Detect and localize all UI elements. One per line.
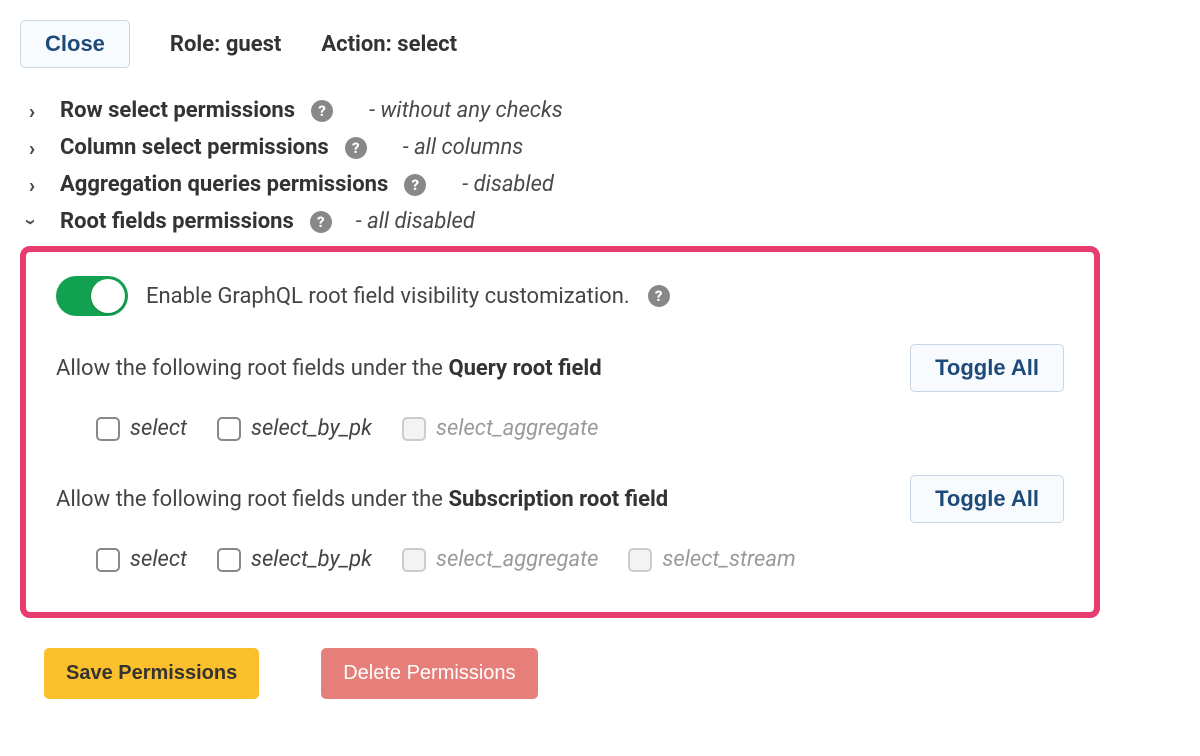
checkbox[interactable] <box>217 417 241 441</box>
help-icon[interactable]: ? <box>648 285 670 307</box>
help-icon[interactable]: ? <box>345 137 367 159</box>
chevron-right-icon[interactable]: › <box>20 99 44 123</box>
subscription-select-stream-item: select_stream <box>628 547 795 572</box>
checkbox[interactable] <box>96 417 120 441</box>
subscription-checklist: select select_by_pk select_aggregate sel… <box>56 547 1064 572</box>
query-toggle-all-button[interactable]: Toggle All <box>910 344 1064 392</box>
footer-actions: Save Permissions Delete Permissions <box>20 648 1180 699</box>
section-title: Column select permissions <box>60 135 329 160</box>
save-permissions-button[interactable]: Save Permissions <box>44 648 259 699</box>
checkbox-label: select_aggregate <box>436 547 598 572</box>
checkbox-label: select_by_pk <box>251 416 372 441</box>
checkbox-disabled <box>628 548 652 572</box>
query-allow-text: Allow the following root fields under th… <box>56 356 602 381</box>
section-root-permissions: › Root fields permissions ? all disabled <box>20 209 1180 234</box>
enable-visibility-toggle[interactable] <box>56 276 128 316</box>
section-title: Aggregation queries permissions <box>60 172 388 197</box>
action-label: Action: select <box>321 32 457 57</box>
section-status: without any checks <box>369 98 563 123</box>
checkbox[interactable] <box>217 548 241 572</box>
chevron-down-icon[interactable]: › <box>20 210 44 234</box>
help-icon[interactable]: ? <box>404 174 426 196</box>
section-aggregation-permissions: › Aggregation queries permissions ? disa… <box>20 172 1180 197</box>
subscription-select-by-pk-item: select_by_pk <box>217 547 372 572</box>
checkbox-label: select_stream <box>662 547 795 572</box>
checkbox-disabled <box>402 417 426 441</box>
checkbox-label: select_aggregate <box>436 416 598 441</box>
section-column-permissions: › Column select permissions ? all column… <box>20 135 1180 160</box>
root-fields-panel: Enable GraphQL root field visibility cus… <box>20 246 1100 618</box>
enable-visibility-label: Enable GraphQL root field visibility cus… <box>146 284 630 309</box>
delete-permissions-button[interactable]: Delete Permissions <box>321 648 537 699</box>
section-status: all columns <box>403 135 524 160</box>
chevron-right-icon[interactable]: › <box>20 136 44 160</box>
checkbox-label: select <box>130 547 187 572</box>
help-icon[interactable]: ? <box>311 100 333 122</box>
checkbox[interactable] <box>96 548 120 572</box>
query-select-by-pk-item: select_by_pk <box>217 416 372 441</box>
query-select-item: select <box>96 416 187 441</box>
subscription-select-item: select <box>96 547 187 572</box>
help-icon[interactable]: ? <box>310 211 332 233</box>
close-button[interactable]: Close <box>20 20 130 68</box>
subscription-allow-row: Allow the following root fields under th… <box>56 475 1064 523</box>
section-title: Root fields permissions <box>60 209 294 234</box>
subscription-allow-text: Allow the following root fields under th… <box>56 487 668 512</box>
query-checklist: select select_by_pk select_aggregate <box>56 416 1064 441</box>
checkbox-label: select <box>130 416 187 441</box>
section-status: all disabled <box>356 209 475 234</box>
subscription-toggle-all-button[interactable]: Toggle All <box>910 475 1064 523</box>
section-title: Row select permissions <box>60 98 295 123</box>
subscription-select-aggregate-item: select_aggregate <box>402 547 598 572</box>
query-allow-row: Allow the following root fields under th… <box>56 344 1064 392</box>
chevron-right-icon[interactable]: › <box>20 173 44 197</box>
checkbox-disabled <box>402 548 426 572</box>
enable-visibility-row: Enable GraphQL root field visibility cus… <box>56 276 1064 316</box>
query-select-aggregate-item: select_aggregate <box>402 416 598 441</box>
checkbox-label: select_by_pk <box>251 547 372 572</box>
section-row-permissions: › Row select permissions ? without any c… <box>20 98 1180 123</box>
permissions-header: Close Role: guest Action: select <box>20 20 1180 68</box>
section-status: disabled <box>462 172 554 197</box>
role-label: Role: guest <box>170 32 281 57</box>
